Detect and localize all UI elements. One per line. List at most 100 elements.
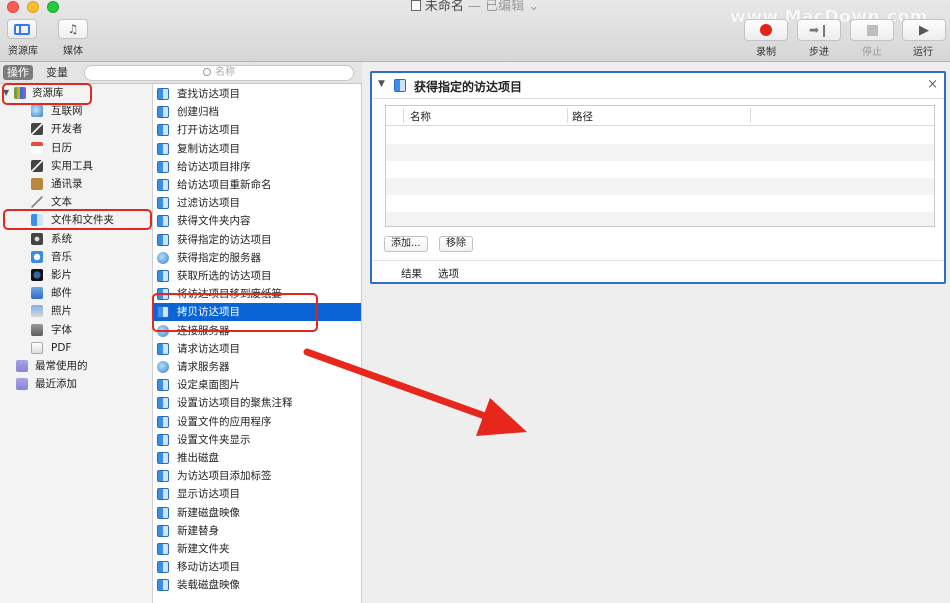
run-label: 运行: [913, 47, 933, 58]
search-input[interactable]: 名称: [84, 65, 354, 81]
table-row[interactable]: [386, 144, 934, 161]
action-item[interactable]: 新建文件夹: [153, 540, 361, 558]
media-button[interactable]: ♫: [58, 19, 88, 39]
finder-icon: [157, 124, 169, 137]
library-item[interactable]: 开发者: [0, 120, 153, 138]
action-item[interactable]: 新建替身: [153, 522, 361, 540]
step-button[interactable]: ➡❙: [797, 19, 841, 41]
finder-icon: [157, 452, 169, 464]
collapse-triangle-icon[interactable]: ▼: [378, 79, 385, 89]
tab-options[interactable]: 选项: [438, 266, 459, 281]
action-item[interactable]: 显示访达项目: [153, 485, 361, 503]
finder-icon: [157, 470, 169, 483]
column-header-name[interactable]: 名称: [410, 109, 431, 124]
action-item-label: 给访达项目排序: [177, 160, 251, 173]
action-item-label: 推出磁盘: [177, 452, 219, 464]
library-item[interactable]: 音乐: [0, 248, 153, 266]
mail-icon: [31, 287, 43, 300]
table-row[interactable]: [386, 178, 934, 195]
action-item[interactable]: 复制访达项目: [153, 140, 361, 158]
action-card-footer: 结果 选项: [372, 260, 944, 282]
action-item-label: 获得指定的服务器: [177, 251, 261, 264]
smart-group-item[interactable]: 最近添加: [0, 375, 153, 393]
library-item-label: 系统: [51, 232, 72, 245]
action-item[interactable]: 给访达项目重新命名: [153, 176, 361, 194]
photos-icon: [31, 305, 43, 318]
smart-group-label: 最近添加: [35, 378, 77, 391]
action-item[interactable]: 请求访达项目: [153, 340, 361, 358]
action-item[interactable]: 为访达项目添加标签: [153, 467, 361, 485]
action-item[interactable]: 过滤访达项目: [153, 194, 361, 212]
finder-icon: [157, 270, 169, 282]
remove-button[interactable]: 移除: [439, 236, 473, 252]
action-card-get-specified-finder-items[interactable]: ▼ 获得指定的访达项目 × 名称 路径 添加... 移除 结果 选项: [370, 71, 946, 284]
action-item-label: 移动访达项目: [177, 561, 240, 574]
finder-icon: [157, 342, 169, 355]
action-item[interactable]: 设定桌面图片: [153, 376, 361, 394]
finder-icon: [157, 233, 169, 246]
library-item[interactable]: 日历: [0, 139, 153, 157]
finder-icon: [157, 397, 169, 410]
finder-icon: [157, 433, 169, 446]
tab-results[interactable]: 结果: [401, 266, 422, 281]
stop-button[interactable]: [850, 19, 894, 41]
table-row[interactable]: [386, 161, 934, 178]
finder-icon: [157, 160, 169, 173]
tools-icon: [31, 123, 43, 136]
close-icon[interactable]: ×: [927, 77, 938, 92]
record-button[interactable]: [744, 19, 788, 41]
table-row[interactable]: [386, 195, 934, 212]
library-item[interactable]: 照片: [0, 302, 153, 320]
action-item-label: 新建替身: [177, 524, 219, 537]
action-item[interactable]: 获得文件夹内容: [153, 212, 361, 230]
smart-group-item[interactable]: 最常使用的: [0, 357, 153, 375]
action-item[interactable]: 移动访达项目: [153, 558, 361, 576]
library-item[interactable]: 通讯录: [0, 175, 153, 193]
action-item[interactable]: 设置文件的应用程序: [153, 413, 361, 431]
calendar-icon: [31, 141, 43, 154]
action-item-label: 新建文件夹: [177, 543, 230, 555]
action-item[interactable]: 获得指定的服务器: [153, 249, 361, 267]
action-item[interactable]: 请求服务器: [153, 358, 361, 376]
library-item-label: 日历: [51, 141, 72, 154]
edited-status[interactable]: — 已编辑 ⌄: [468, 0, 539, 14]
action-item[interactable]: 装载磁盘映像: [153, 576, 361, 594]
action-item[interactable]: 设置文件夹显示: [153, 431, 361, 449]
library-item-label: 邮件: [51, 287, 72, 300]
tab-variables[interactable]: 变量: [42, 65, 72, 80]
run-button[interactable]: ▶: [902, 19, 946, 41]
library-item[interactable]: PDF: [0, 339, 153, 357]
library-header: 操作 变量 名称: [0, 62, 362, 84]
finder-icon: [157, 142, 169, 155]
music-note-icon: ♫: [67, 22, 79, 36]
action-item[interactable]: 创建归档: [153, 103, 361, 121]
action-item[interactable]: 查找访达项目: [153, 85, 361, 103]
table-row[interactable]: [386, 212, 934, 226]
library-item[interactable]: 邮件: [0, 284, 153, 302]
table-row[interactable]: [386, 127, 934, 144]
library-item[interactable]: 实用工具: [0, 157, 153, 175]
finder-icon: [394, 79, 406, 92]
tab-actions[interactable]: 操作: [3, 65, 33, 80]
action-item[interactable]: 设置访达项目的聚焦注释: [153, 394, 361, 412]
folder-icon: [16, 360, 28, 372]
action-item-label: 复制访达项目: [177, 142, 240, 155]
items-table[interactable]: 名称 路径: [385, 105, 935, 227]
action-item[interactable]: 新建磁盘映像: [153, 504, 361, 522]
column-header-path[interactable]: 路径: [572, 109, 593, 124]
library-toggle-label: 资源库: [8, 46, 38, 57]
finder-icon: [157, 561, 169, 574]
action-item-label: 请求服务器: [177, 361, 230, 373]
action-item[interactable]: 给访达项目排序: [153, 158, 361, 176]
add-button[interactable]: 添加...: [384, 236, 428, 252]
action-item[interactable]: 获取所选的访达项目: [153, 267, 361, 285]
library-item[interactable]: 影片: [0, 266, 153, 284]
finder-icon: [157, 579, 169, 592]
library-item[interactable]: 系统: [0, 230, 153, 248]
action-item[interactable]: 打开访达项目: [153, 121, 361, 139]
library-item[interactable]: 字体: [0, 321, 153, 339]
library-toggle-button[interactable]: [7, 19, 37, 39]
action-item[interactable]: 推出磁盘: [153, 449, 361, 467]
contacts-icon: [31, 178, 43, 190]
action-item[interactable]: 获得指定的访达项目: [153, 231, 361, 249]
